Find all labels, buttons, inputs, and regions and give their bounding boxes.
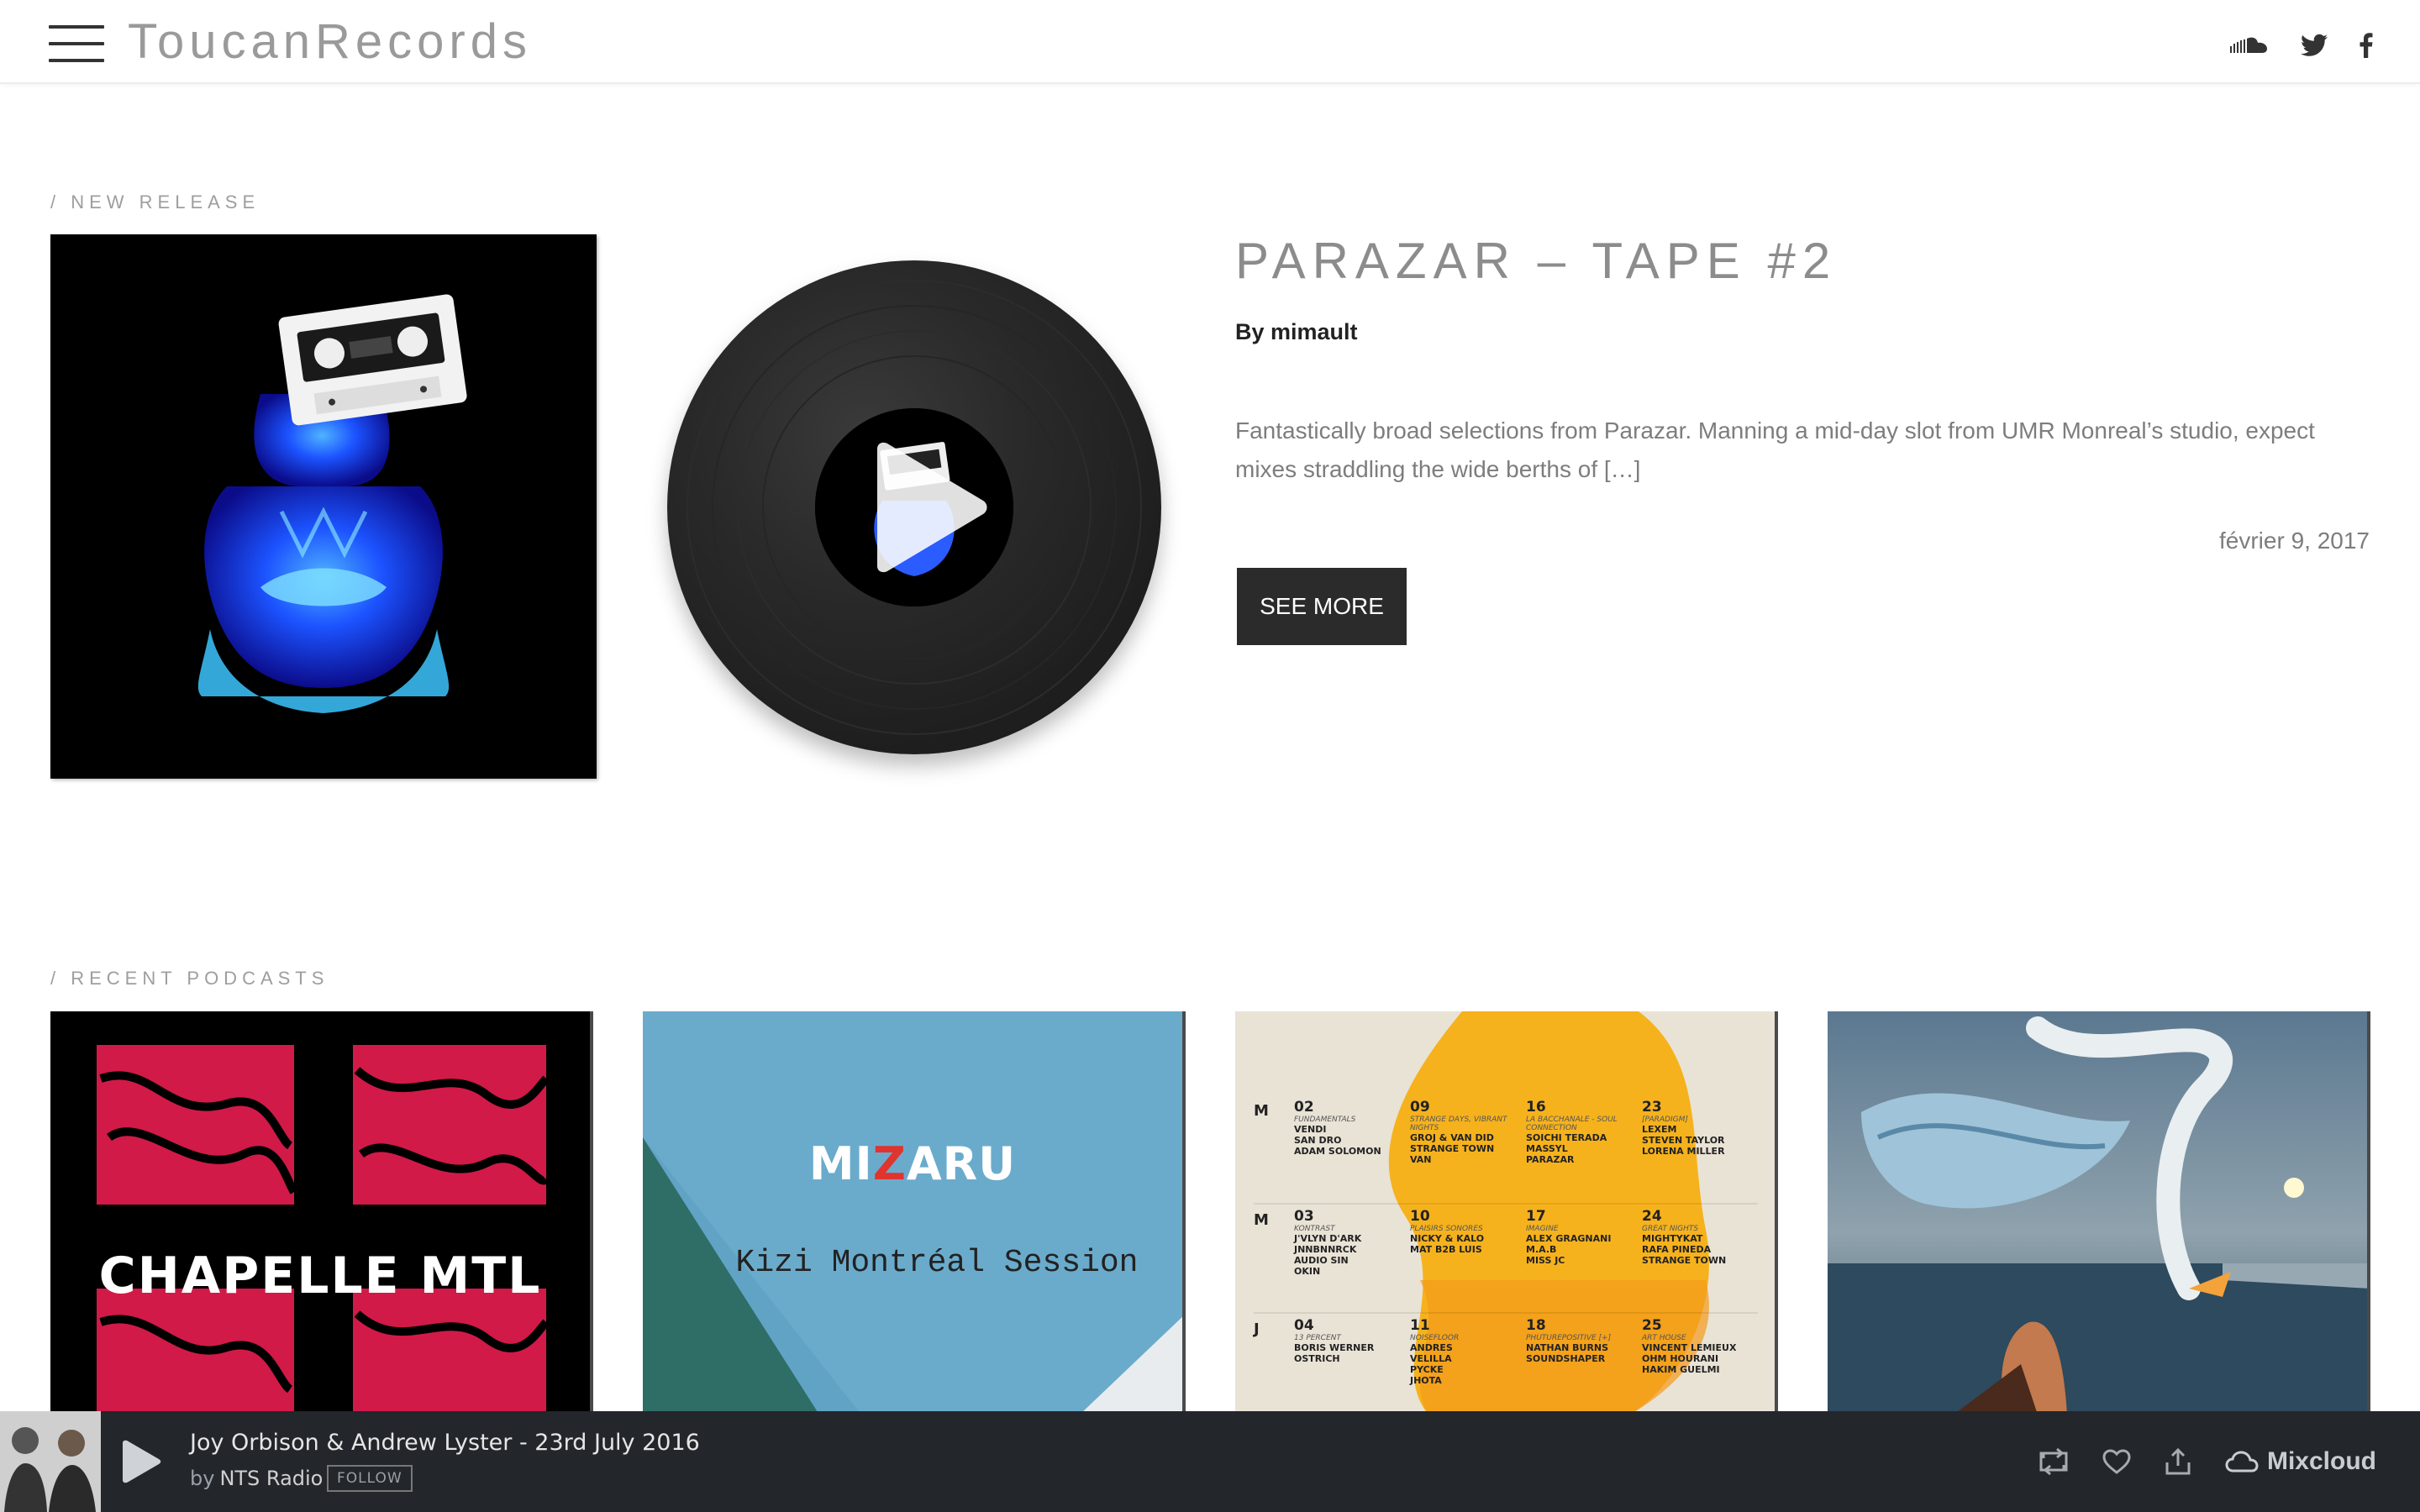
schedule-names: SOICHI TERADA MASSYL PARAZAR (1526, 1132, 1607, 1165)
schedule-names: NICKY & KALO MAT B2B LUIS (1410, 1233, 1485, 1255)
schedule-num: 04 (1294, 1317, 1314, 1334)
schedule-tag: IMAGINE (1526, 1225, 1559, 1233)
player-actions: Mixcloud (2039, 1443, 2376, 1480)
soundcloud-icon[interactable] (2230, 36, 2269, 55)
schedule-row: M 03 KONTRAST J'VLYN D'ARK JNNBNNRCK AUDIO … (1254, 1205, 1758, 1314)
schedule-num: 09 (1410, 1099, 1430, 1116)
schedule-num: 11 (1410, 1317, 1430, 1334)
schedule-entry: 16 LA BACCHANALE - SOUL CONNECTION SOICHI … (1526, 1099, 1637, 1165)
social-links (2230, 29, 2373, 62)
schedule-num: 10 (1410, 1208, 1430, 1225)
schedule-tag: FUNDAMENTALS (1294, 1116, 1356, 1124)
vinyl-record[interactable] (667, 260, 1161, 754)
schedule-tag: STRANGE DAYS, VIBRANT NIGHTS (1410, 1116, 1507, 1132)
schedule-names: J'VLYN D'ARK JNNBNNRCK AUDIO SIN OKIN (1294, 1233, 1362, 1277)
see-more-button[interactable]: SEE MORE (1237, 568, 1407, 645)
schedule-num: 18 (1526, 1317, 1546, 1334)
play-icon[interactable] (869, 442, 990, 577)
schedule-num: 16 (1526, 1099, 1546, 1116)
schedule-num: 17 (1526, 1208, 1546, 1225)
schedule-names: ALEX GRAGNANI M.A.B MISS JC (1526, 1233, 1612, 1266)
schedule-num: 25 (1642, 1317, 1662, 1334)
podcast-card-chapelle[interactable]: CHAPELLE MTL (50, 1011, 593, 1415)
follow-button[interactable]: FOLLOW (327, 1465, 413, 1492)
track-artist[interactable]: NTS Radio (219, 1467, 323, 1490)
schedule-tag: 13 PERCENT (1294, 1334, 1341, 1342)
release-description: Fantastically broad selections from Para… (1235, 417, 2315, 482)
release-vinyl-player[interactable] (667, 260, 1161, 754)
schedule-num: 03 (1294, 1208, 1314, 1225)
audio-player-bar: Joy Orbison & Andrew Lyster - 23rd July … (0, 1411, 2420, 1512)
schedule-num: 23 (1642, 1099, 1662, 1116)
schedule-names: VINCENT LEMIEUX OHM HOURANI HAKIM GUELMI (1642, 1342, 1737, 1375)
schedule-names: GROJ & VAN DID STRANGE TOWN VAN (1410, 1132, 1495, 1165)
mixcloud-icon[interactable]: Mixcloud (2225, 1447, 2376, 1476)
schedule-entry: 03 KONTRAST J'VLYN D'ARK JNNBNNRCK AUDIO S… (1294, 1208, 1405, 1277)
schedule-names: MIGHTYKAT RAFA PINEDA STRANGE TOWN (1642, 1233, 1727, 1266)
share-icon[interactable] (2165, 1447, 2191, 1476)
track-thumbnail[interactable] (0, 1411, 101, 1512)
twitter-icon[interactable] (2301, 34, 2328, 57)
schedule-tag: [PARADIGM] (1642, 1116, 1688, 1124)
schedule-entry: 02 FUNDAMENTALS VENDI SAN DRO ADAM SOLOMON (1294, 1099, 1405, 1157)
schedule-names: NATHAN BURNS SOUNDSHAPER (1526, 1342, 1609, 1364)
release-cover-art[interactable] (50, 234, 597, 779)
new-release-label: / NEW RELEASE (50, 192, 260, 213)
schedule-entry: 23 [PARADIGM] LEXEM STEVEN TAYLOR LORENA M… (1642, 1099, 1753, 1157)
facebook-icon[interactable] (2360, 33, 2373, 58)
podcast-schedule: M 02 FUNDAMENTALS VENDI SAN DRO ADAM SOLOMO… (1254, 1095, 1758, 1415)
schedule-entry: 24 GREAT NIGHTS MIGHTYKAT RAFA PINEDA STRA… (1642, 1208, 1753, 1266)
schedule-names: BORIS WERNER OSTRICH (1294, 1342, 1375, 1364)
player-play-button[interactable] (119, 1440, 161, 1488)
podcast-card-mizaru[interactable]: MIZARU Kizi Montréal Session (643, 1011, 1186, 1415)
schedule-day: M (1254, 1211, 1269, 1229)
heart-icon[interactable] (2102, 1449, 2131, 1474)
schedule-num: 02 (1294, 1099, 1314, 1116)
schedule-num: 24 (1642, 1208, 1662, 1225)
podcast-card-schedule[interactable]: M 02 FUNDAMENTALS VENDI SAN DRO ADAM SOLOMO… (1235, 1011, 1778, 1415)
release-title[interactable]: PARAZAR – TAPE #2 (1235, 232, 1837, 290)
track-byline: by NTS Radio (190, 1467, 323, 1490)
schedule-entry: 17 IMAGINE ALEX GRAGNANI M.A.B MISS JC (1526, 1208, 1637, 1266)
schedule-tag: GREAT NIGHTS (1642, 1225, 1699, 1233)
schedule-day: M (1254, 1102, 1269, 1120)
track-by-label: by (190, 1467, 215, 1490)
schedule-tag: NOISEFLOOR (1410, 1334, 1460, 1342)
schedule-names: LEXEM STEVEN TAYLOR LORENA MILLER (1642, 1124, 1725, 1157)
menu-icon[interactable] (49, 25, 104, 62)
schedule-entry: 18 PHUTUREPOSITIVE [+] NATHAN BURNS SOUNDS… (1526, 1317, 1637, 1364)
podcast-cover-text: CHAPELLE MTL (98, 1247, 542, 1305)
schedule-tag: ART HOUSE (1642, 1334, 1686, 1342)
mixcloud-brand: Mixcloud (2266, 1447, 2376, 1475)
schedule-tag: LA BACCHANALE - SOUL CONNECTION (1526, 1116, 1618, 1132)
schedule-entry: 25 ART HOUSE VINCENT LEMIEUX OHM HOURANI H… (1642, 1317, 1753, 1375)
schedule-day: J (1254, 1320, 1260, 1338)
schedule-entry: 09 STRANGE DAYS, VIBRANT NIGHTS GROJ & VAN… (1410, 1099, 1521, 1165)
podcast-cover-subtitle: Kizi Montréal Session (735, 1245, 1139, 1281)
schedule-entry: 04 13 PERCENT BORIS WERNER OSTRICH (1294, 1317, 1405, 1364)
podcast-card-swan[interactable] (1828, 1011, 2370, 1415)
schedule-tag: PHUTUREPOSITIVE [+] (1526, 1334, 1612, 1342)
schedule-entry: 11 NOISEFLOOR ANDRES VELILLA PYCKE JHOTA (1410, 1317, 1521, 1386)
schedule-row: M 02 FUNDAMENTALS VENDI SAN DRO ADAM SOLOMO… (1254, 1095, 1758, 1205)
schedule-names: ANDRES VELILLA PYCKE JHOTA (1410, 1342, 1453, 1386)
site-logo[interactable]: ToucanRecords (128, 15, 532, 69)
mizaru-logo: MIZARU (808, 1137, 1017, 1190)
schedule-tag: KONTRAST (1294, 1225, 1335, 1233)
schedule-entry: 10 PLAISIRS SONORES NICKY & KALO MAT B2B L… (1410, 1208, 1521, 1255)
site-header: ToucanRecords (0, 0, 2420, 84)
track-title[interactable]: Joy Orbison & Andrew Lyster - 23rd July … (190, 1430, 700, 1456)
recent-podcasts-label: / RECENT PODCASTS (50, 968, 329, 989)
schedule-names: VENDI SAN DRO ADAM SOLOMON (1294, 1124, 1381, 1157)
schedule-tag: PLAISIRS SONORES (1410, 1225, 1483, 1233)
schedule-row: J 04 13 PERCENT BORIS WERNER OSTRICH 11 NOISE… (1254, 1314, 1758, 1415)
release-date: février 9, 2017 (2219, 528, 2370, 554)
repost-icon[interactable] (2039, 1448, 2069, 1475)
release-author: By mimault (1235, 319, 1358, 344)
